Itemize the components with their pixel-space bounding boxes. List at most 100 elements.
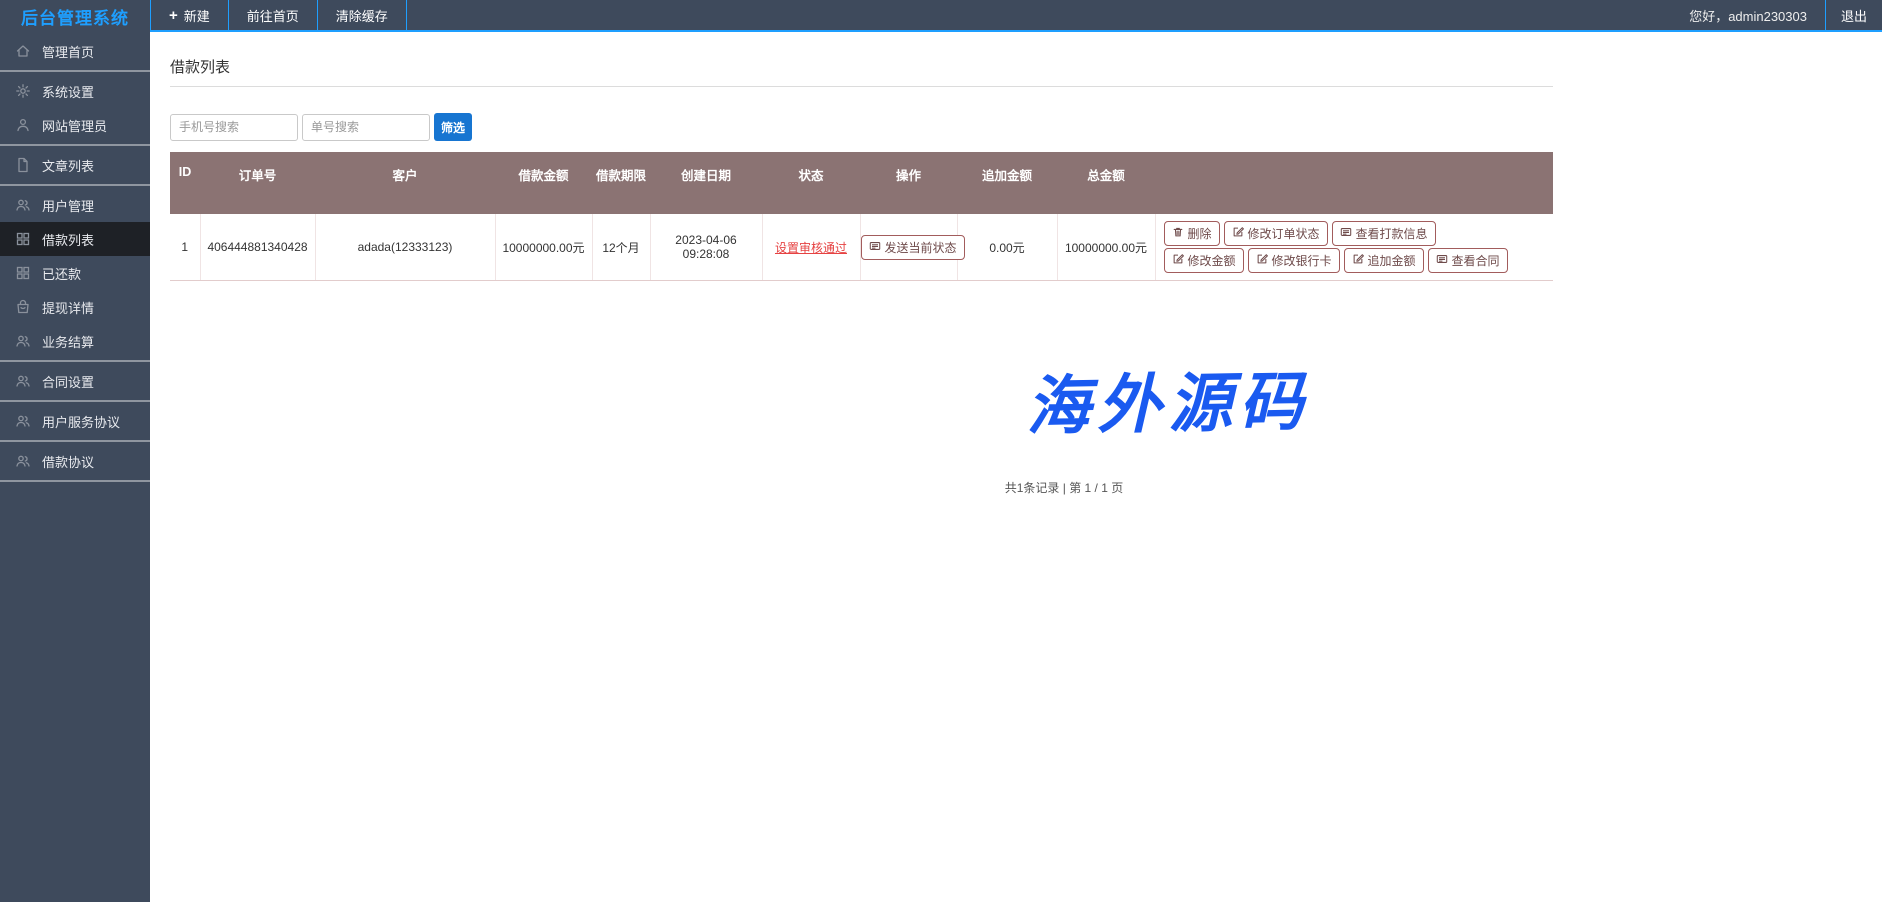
sidebar-item-label: 借款协议 [42,452,94,471]
sidebar-item-contract-settings[interactable]: 合同设置 [0,364,150,398]
sidebar-item-label: 已还款 [42,264,81,283]
top-nav-left: + 新建 前往首页 清除缓存 [150,0,407,30]
sidebar-item-business-settlement[interactable]: 业务结算 [0,324,150,358]
col-header-operation: 操作 [860,152,957,214]
edit-icon [1256,253,1268,268]
sidebar-item-withdrawal-details[interactable]: 提现详情 [0,290,150,324]
logout-button[interactable]: 退出 [1825,0,1882,30]
col-header-loan-term: 借款期限 [592,152,650,214]
cell-created-at: 2023-04-06 09:28:08 [650,214,762,281]
sidebar-item-admin-home[interactable]: 管理首页 [0,34,150,68]
sidebar-divider [0,440,150,442]
send-current-status-button[interactable]: 发送当前状态 [861,235,965,260]
cell-customer: adada(12333123) [315,214,495,281]
sidebar-item-repaid[interactable]: 已还款 [0,256,150,290]
search-form: 筛选 [170,113,1862,141]
trash-icon [1172,226,1184,241]
home-icon [15,43,31,59]
top-nav: + 新建 前往首页 清除缓存 您好，admin230303 退出 [150,0,1882,32]
sidebar-item-label: 管理首页 [42,42,94,61]
file-icon [15,157,31,173]
go-frontend-button[interactable]: 前往首页 [228,0,317,30]
col-header-id: ID [170,152,200,214]
filter-button[interactable]: 筛选 [434,113,472,141]
plus-icon: + [169,8,178,23]
table-header-row: ID 订单号 客户 借款金额 借款期限 创建日期 状态 操作 追加金额 总金额 [170,152,1553,214]
view-payment-info-button[interactable]: 查看打款信息 [1332,221,1436,246]
users-icon [15,197,31,213]
users-icon [15,453,31,469]
col-header-customer: 客户 [315,152,495,214]
sidebar-item-user-service-agreement[interactable]: 用户服务协议 [0,404,150,438]
watermark-text: 海外源码 [1025,351,1311,448]
cell-loan-amount: 10000000.00元 [495,214,592,281]
title-divider [170,86,1553,87]
pagination-info: 共1条记录 | 第 1 / 1 页 [218,479,1882,496]
sidebar-item-label: 用户管理 [42,196,94,215]
sidebar-item-label: 文章列表 [42,156,94,175]
col-header-actions [1155,152,1553,214]
sidebar-divider [0,480,150,482]
sidebar-divider [0,144,150,146]
action-buttons-line-1: 删除 修改订单状态 查看打款信息 [1164,221,1554,246]
col-header-loan-amount: 借款金额 [495,152,592,214]
clear-cache-button[interactable]: 清除缓存 [317,0,407,30]
sidebar-item-label: 借款列表 [42,230,94,249]
col-header-created-at: 创建日期 [650,152,762,214]
col-header-total-amount: 总金额 [1057,152,1155,214]
sidebar: 管理首页 系统设置 网站管理员 文章列表 用户管理 [0,32,150,902]
action-buttons-line-2: 修改金额 修改银行卡 追加金额 [1164,248,1554,273]
add-amount-button[interactable]: 追加金额 [1344,248,1424,273]
phone-search-input[interactable] [170,114,298,141]
sidebar-item-label: 系统设置 [42,82,94,101]
cell-id: 1 [170,214,200,281]
sidebar-item-label: 用户服务协议 [42,412,120,431]
user-icon [15,117,31,133]
sidebar-item-loan-agreement[interactable]: 借款协议 [0,444,150,478]
users-icon [15,373,31,389]
edit-icon [1352,253,1364,268]
sidebar-divider [0,360,150,362]
status-link[interactable]: 设置审核通过 [775,241,847,255]
grid-icon [15,231,31,247]
col-header-order-no: 订单号 [200,152,315,214]
sidebar-item-article-list[interactable]: 文章列表 [0,148,150,182]
main-content: 借款列表 筛选 ID 订单号 客户 借款金额 借款期限 创建日期 [150,32,1882,902]
sidebar-item-label: 业务结算 [42,332,94,351]
edit-amount-button[interactable]: 修改金额 [1164,248,1244,273]
cell-order-no: 406444881340428 [200,214,315,281]
users-icon [15,413,31,429]
edit-bank-card-button[interactable]: 修改银行卡 [1248,248,1340,273]
sidebar-divider [0,184,150,186]
edit-icon [1172,253,1184,268]
card-icon [1436,253,1448,268]
order-search-input[interactable] [302,114,430,141]
col-header-extra-amount: 追加金额 [957,152,1057,214]
col-header-status: 状态 [762,152,860,214]
cell-total-amount: 10000000.00元 [1057,214,1155,281]
sidebar-item-label: 提现详情 [42,298,94,317]
edit-icon [1232,226,1244,241]
card-icon [869,240,881,255]
top-nav-right: 您好，admin230303 退出 [1671,0,1882,30]
view-contract-button[interactable]: 查看合同 [1428,248,1508,273]
grid-icon [15,265,31,281]
sidebar-item-system-settings[interactable]: 系统设置 [0,74,150,108]
cell-loan-term: 12个月 [592,214,650,281]
bag-icon [15,299,31,315]
card-icon [1340,226,1352,241]
sidebar-item-site-admins[interactable]: 网站管理员 [0,108,150,142]
cell-actions: 删除 修改订单状态 查看打款信息 [1155,214,1553,281]
sidebar-divider [0,400,150,402]
new-button[interactable]: + 新建 [150,0,228,30]
edit-order-status-button[interactable]: 修改订单状态 [1224,221,1328,246]
users-icon [15,333,31,349]
sidebar-item-loan-list[interactable]: 借款列表 [0,222,150,256]
cell-status: 设置审核通过 [762,214,860,281]
new-button-label: 新建 [184,6,210,25]
cell-extra-amount: 0.00元 [957,214,1057,281]
sidebar-divider [0,70,150,72]
sidebar-item-user-management[interactable]: 用户管理 [0,188,150,222]
delete-button[interactable]: 删除 [1164,221,1220,246]
app-logo[interactable]: 后台管理系统 [0,0,150,32]
